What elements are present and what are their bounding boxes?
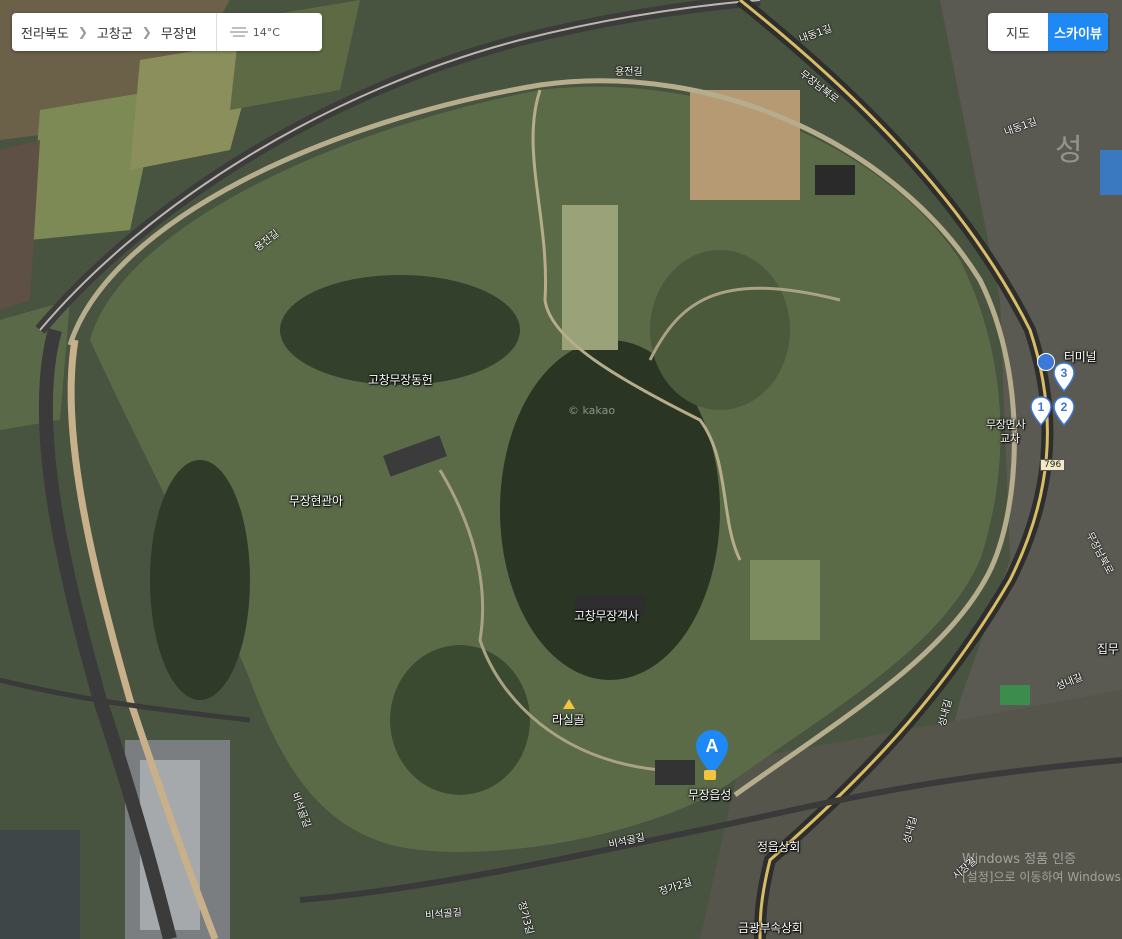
place-label-gaeksa[interactable]: 고창무장객사 <box>574 607 639 624</box>
landmark-icon <box>704 770 716 780</box>
place-label-intersection[interactable]: 교차 <box>1000 430 1020 446</box>
route-796-shield: 796 <box>1040 459 1066 471</box>
chevron-right-icon: ❯ <box>141 25 152 39</box>
numbered-pin-3[interactable]: 3 <box>1053 362 1075 392</box>
weather-widget[interactable]: 14°C <box>217 25 280 39</box>
kakao-watermark: © kakao <box>568 404 616 417</box>
windows-activation-line1: Windows 정품 인증 <box>962 852 1077 867</box>
temperature-value: 14°C <box>252 25 280 39</box>
region-breadcrumb: 전라북도 ❯ 고창군 ❯ 무장면 14°C <box>12 13 322 51</box>
road-label-yongjeon: 용전길 <box>615 67 643 78</box>
breadcrumb-county[interactable]: 고창군 <box>88 23 142 42</box>
windows-activation-line2: [설정]으로 이동하여 Windows <box>962 870 1121 884</box>
mountain-icon <box>563 699 575 709</box>
bus-stop-icon[interactable] <box>1037 353 1055 371</box>
pin-2-number: 2 <box>1061 400 1068 414</box>
place-label-dongheon[interactable]: 고창무장동헌 <box>368 371 433 388</box>
chevron-right-icon: ❯ <box>77 25 88 39</box>
skyview-map[interactable]: 고창무장동헌 무장현관아 고창무장객사 라실골 무장읍성 정읍상회 금광부속상회… <box>0 0 1122 939</box>
breadcrumb-town[interactable]: 무장면 <box>152 23 206 42</box>
skyview-button[interactable]: 스카이뷰 <box>1048 13 1108 51</box>
map-view-button[interactable]: 지도 <box>988 13 1048 51</box>
map-type-toggle: 지도 스카이뷰 <box>988 13 1108 51</box>
numbered-pin-2[interactable]: 2 <box>1053 396 1075 426</box>
fog-icon <box>229 27 248 37</box>
road-label-biseok-3: 비석골길 <box>424 907 463 922</box>
place-label-jeongeup-store[interactable]: 정읍상회 <box>757 838 800 855</box>
marker-a-letter: A <box>706 736 719 756</box>
place-label-rasilgol[interactable]: 라실골 <box>552 711 585 728</box>
district-label-partial: 성 <box>1055 133 1083 168</box>
pin-3-number: 3 <box>1061 366 1068 380</box>
place-label-geumgwang-store[interactable]: 금광부속상회 <box>738 919 803 936</box>
pin-1-number: 1 <box>1038 400 1045 414</box>
satellite-imagery <box>0 0 1122 939</box>
destination-marker-a[interactable]: A <box>694 728 730 776</box>
numbered-pin-1[interactable]: 1 <box>1030 396 1052 426</box>
breadcrumb-province[interactable]: 전라북도 <box>12 23 78 42</box>
place-label-right-partial[interactable]: 집무 <box>1097 640 1119 657</box>
place-label-gwana[interactable]: 무장현관아 <box>289 492 343 509</box>
place-label-eupseong[interactable]: 무장읍성 <box>688 786 731 803</box>
